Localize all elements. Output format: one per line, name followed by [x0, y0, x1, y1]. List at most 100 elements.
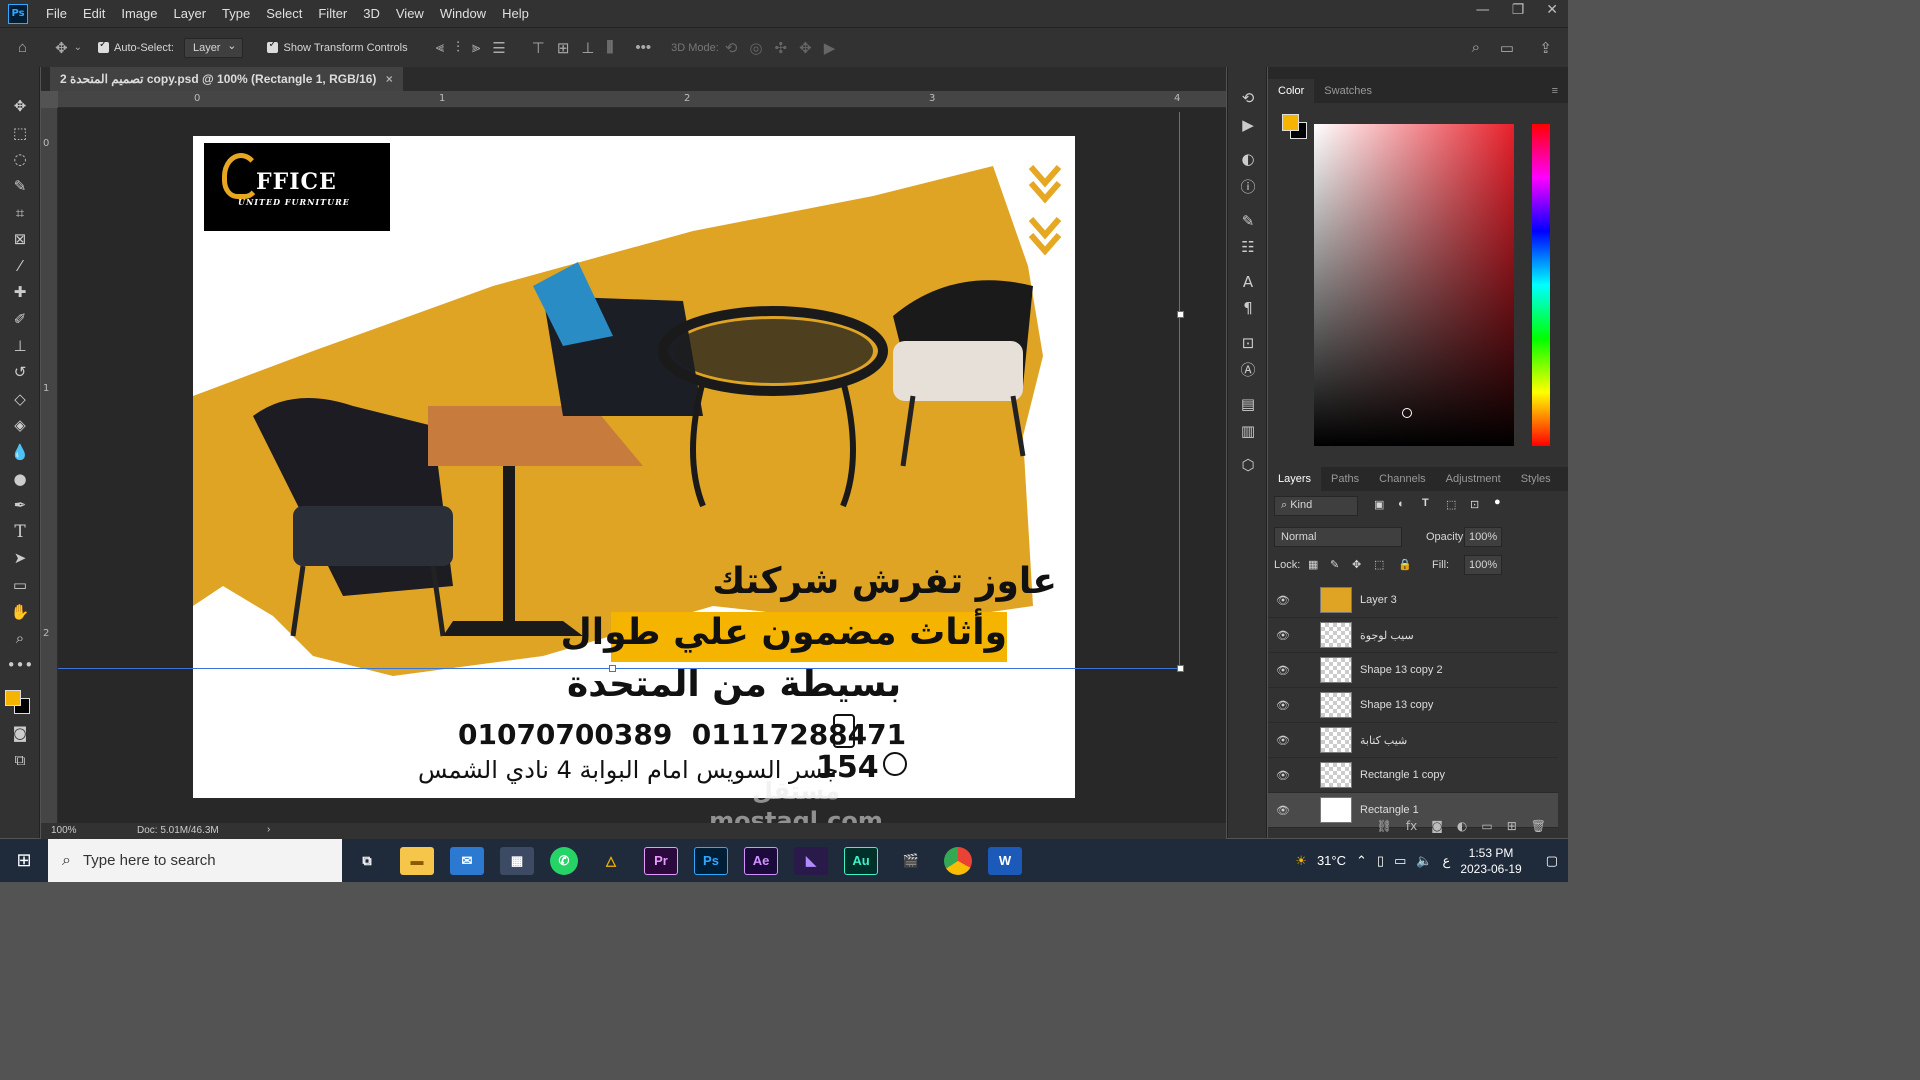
delete-layer-icon[interactable]: 🗑	[1531, 819, 1546, 833]
whatsapp-icon[interactable]: ✆	[550, 846, 578, 875]
visibility-eye-icon[interactable]: 👁	[1268, 769, 1298, 782]
visibility-eye-icon[interactable]: 👁	[1268, 594, 1298, 607]
3d-slide-icon[interactable]: ✥	[799, 39, 812, 57]
kind-filter[interactable]: ⌕ Kind	[1274, 496, 1358, 516]
notes-panel-icon[interactable]: ▤	[1228, 391, 1268, 418]
tab-swatches[interactable]: Swatches	[1314, 79, 1382, 103]
fg-color-swatch[interactable]	[1282, 114, 1299, 131]
restore-icon[interactable]: ❐	[1512, 2, 1525, 18]
store-icon[interactable]: ▦	[500, 846, 534, 875]
properties-icon[interactable]: ☷	[1228, 234, 1268, 261]
add-mask-icon[interactable]: ◙	[1431, 819, 1443, 833]
pixel-filter-icon[interactable]: ▣	[1374, 498, 1384, 511]
adjustments-panel-icon[interactable]: ◐	[1228, 146, 1268, 173]
menu-filter[interactable]: Filter	[310, 6, 355, 21]
frame-tool-icon[interactable]: ⊠	[0, 226, 40, 253]
audition-icon[interactable]: Au	[844, 846, 878, 875]
path-select-icon[interactable]: ➤	[0, 545, 40, 572]
foreground-color[interactable]	[5, 690, 21, 707]
lock-transparent-icon[interactable]: ▦	[1308, 558, 1318, 571]
share-icon[interactable]: ⇪	[1539, 39, 1552, 57]
dodge-tool-icon[interactable]: ●	[0, 465, 40, 492]
menu-window[interactable]: Window	[432, 6, 494, 21]
home-icon[interactable]: ⌂	[18, 39, 27, 56]
crop-tool-icon[interactable]: ⌗	[0, 199, 40, 226]
layer-row[interactable]: 👁 شيب كتابة	[1268, 723, 1558, 758]
close-icon[interactable]: ✕	[1546, 2, 1558, 18]
menu-help[interactable]: Help	[494, 6, 537, 21]
healing-tool-icon[interactable]: ✚	[0, 279, 40, 306]
layer-row[interactable]: 👁 سيب لوجوة	[1268, 618, 1558, 653]
screen-mode-icon[interactable]: ⧉	[0, 747, 40, 774]
stamp-tool-icon[interactable]: ⊥	[0, 332, 40, 359]
fx-icon[interactable]: fx	[1406, 819, 1417, 833]
windows-start-icon[interactable]: ⊞	[0, 850, 48, 871]
opacity-input[interactable]: 100%	[1464, 527, 1502, 547]
brush-settings-icon[interactable]: ✎	[1228, 207, 1268, 234]
chevron-up-icon[interactable]: ⌃	[1356, 853, 1367, 869]
visibility-eye-icon[interactable]: 👁	[1268, 629, 1298, 642]
smart-filter-icon[interactable]: ⊡	[1470, 498, 1479, 511]
show-transform-checkbox[interactable]: Show Transform Controls	[267, 39, 408, 54]
menu-file[interactable]: File	[38, 6, 75, 21]
notifications-icon[interactable]: ▢	[1546, 853, 1558, 869]
menu-image[interactable]: Image	[113, 6, 165, 21]
filter-toggle-icon[interactable]: ●	[1494, 496, 1501, 508]
edit-toolbar-icon[interactable]: •••	[0, 651, 40, 678]
brush-tool-icon[interactable]: ✐	[0, 306, 40, 333]
3d-pan-icon[interactable]: ✣	[775, 39, 788, 57]
tab-color[interactable]: Color	[1268, 79, 1315, 103]
layer-select[interactable]: Layer	[183, 37, 244, 58]
eyedropper-tool-icon[interactable]: ⁄	[0, 253, 40, 280]
temperature[interactable]: 31°C	[1317, 853, 1346, 868]
more-options-icon[interactable]: •••	[635, 39, 651, 56]
transform-bounding-box[interactable]	[58, 112, 1180, 669]
history-brush-icon[interactable]: ↺	[0, 359, 40, 386]
char-styles-icon[interactable]: Ⓐ	[1228, 356, 1268, 383]
layer-row[interactable]: 👁 Rectangle 1 copy	[1268, 758, 1558, 793]
panel-menu-icon[interactable]: ≡	[1542, 79, 1568, 103]
history-panel-icon[interactable]: ⟲	[1228, 85, 1268, 112]
auto-select-checkbox[interactable]: Auto-Select:	[98, 39, 174, 54]
actions-panel-icon[interactable]: ▶	[1228, 112, 1268, 139]
shape-filter-icon[interactable]: ⬚	[1446, 498, 1456, 511]
color-field[interactable]	[1314, 124, 1514, 446]
color-picker-marker[interactable]	[1402, 408, 1412, 418]
search-box[interactable]: ⌕ Type here to search	[48, 839, 342, 882]
zoom-tool-icon[interactable]: ⌕	[0, 625, 40, 652]
color-swatches[interactable]	[0, 678, 39, 720]
comments-panel-icon[interactable]: ▥	[1228, 418, 1268, 445]
distribute-icon[interactable]: ☰	[492, 39, 505, 57]
fill-input[interactable]: 100%	[1464, 555, 1502, 575]
lasso-tool-icon[interactable]: ◌	[0, 146, 40, 173]
word-icon[interactable]: W	[988, 846, 1022, 875]
media-encoder-icon[interactable]: ◣	[794, 846, 828, 875]
tab-styles[interactable]: Styles	[1511, 467, 1561, 491]
paragraph-panel-icon[interactable]: ¶	[1228, 295, 1268, 322]
shape-tool-icon[interactable]: ▭	[0, 572, 40, 599]
photoshop-taskbar-icon[interactable]: Ps	[694, 846, 728, 875]
document-tab[interactable]: 2 تصميم المتحدة copy.psd @ 100% (Rectang…	[50, 67, 403, 91]
lock-all-icon[interactable]: 🔒	[1398, 558, 1412, 571]
glyphs-panel-icon[interactable]: ⊡	[1228, 330, 1268, 357]
quick-mask-icon[interactable]: ◙	[0, 720, 40, 747]
distribute-vertical-icon[interactable]: ⫼	[606, 39, 613, 56]
file-explorer-icon[interactable]: ▬	[400, 846, 434, 875]
3d-roll-icon[interactable]: ◎	[749, 39, 762, 57]
align-middle-icon[interactable]: ⊞	[557, 39, 570, 57]
clock[interactable]: 1:53 PM 2023-06-19	[1460, 845, 1521, 877]
menu-layer[interactable]: Layer	[166, 6, 215, 21]
tab-adjustments[interactable]: Adjustment	[1436, 467, 1511, 491]
tab-paths[interactable]: Paths	[1321, 467, 1369, 491]
align-center-icon[interactable]: ⫶	[456, 39, 460, 56]
visibility-eye-icon[interactable]: 👁	[1268, 664, 1298, 677]
tab-channels[interactable]: Channels	[1369, 467, 1435, 491]
menu-type[interactable]: Type	[214, 6, 258, 21]
blend-mode-select[interactable]: Normal	[1274, 527, 1402, 547]
lock-position-icon[interactable]: ✥	[1352, 558, 1361, 571]
menu-select[interactable]: Select	[258, 6, 310, 21]
transform-handle[interactable]	[609, 665, 616, 672]
tab-layers[interactable]: Layers	[1268, 467, 1322, 491]
transform-handle[interactable]	[1177, 311, 1184, 318]
task-view-icon[interactable]: ⧉	[350, 847, 384, 875]
